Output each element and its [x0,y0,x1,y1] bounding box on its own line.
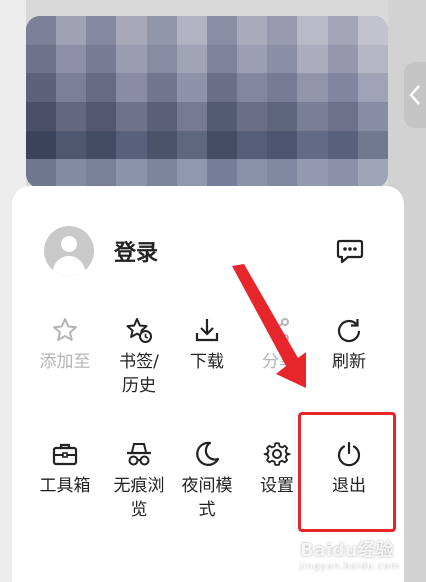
chevron-left-icon [409,85,420,105]
menu-item-add-to[interactable]: 添加至 [30,316,100,374]
login-label[interactable]: 登录 [114,235,158,267]
menu-item-label: 夜间模 [181,476,233,496]
star-outline-icon [53,318,77,341]
menu-item-incognito[interactable]: 无痕浏 览 [104,440,174,522]
menu-item-label: 历史 [122,376,156,396]
menu-item-label: 式 [198,500,216,520]
watermark-subtext: jingyan.baidu.com [300,562,401,572]
blurred-page-thumbnail [26,16,388,188]
menu-item-bookmarks-history[interactable]: 书签/ 历史 [104,316,174,398]
watermark-text: Baidu经验 [300,540,394,561]
download-icon [195,319,219,342]
toolbox-icon [52,443,78,466]
incognito-icon [127,443,151,466]
refresh-icon [337,319,361,343]
menu-item-label: 览 [130,500,148,520]
moon-icon [196,441,220,466]
side-panel-handle[interactable] [404,62,426,128]
menu-item-refresh[interactable]: 刷新 [314,316,384,374]
menu-item-label: 添加至 [39,352,91,372]
login-row[interactable]: 登录 [44,226,158,276]
avatar[interactable] [44,226,94,276]
menu-item-label: 无痕浏 [113,476,165,496]
menu-item-label: 书签/ [119,352,159,372]
menu-item-label: 刷新 [332,352,366,372]
annotation-arrow [232,264,306,388]
bookmark-history-icon [126,318,152,343]
menu-item-label: 工具箱 [39,476,91,496]
chat-bubble-icon[interactable] [336,238,364,264]
annotation-highlight-box [298,412,396,532]
watermark-logo: Baidu经验 jingyan.baidu.com [300,536,400,572]
menu-item-toolbox[interactable]: 工具箱 [30,440,100,498]
menu-item-night-mode[interactable]: 夜间模 式 [172,440,242,522]
gear-icon [263,442,291,466]
